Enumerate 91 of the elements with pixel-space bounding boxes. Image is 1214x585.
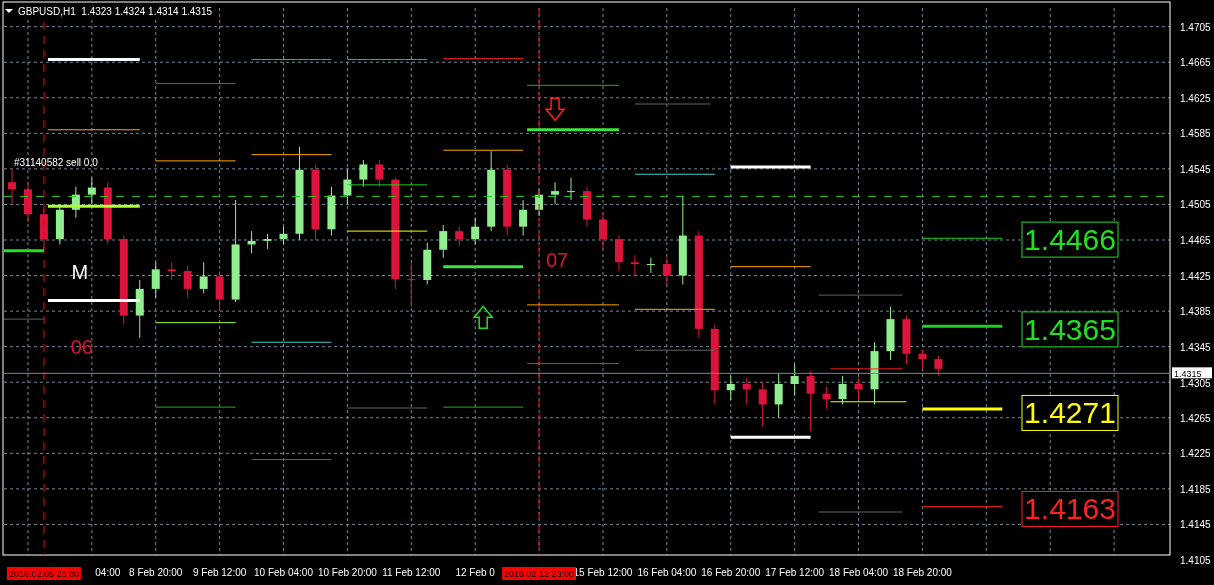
candle	[870, 341, 879, 405]
candle	[630, 254, 639, 277]
axis-label: 18 Feb 04:00	[829, 567, 888, 578]
axis-label: 12 Feb 0	[455, 567, 495, 578]
axis-label: 1.4145	[1180, 519, 1211, 531]
axis-label: 1.4225	[1180, 448, 1211, 460]
candle	[247, 230, 256, 254]
dropdown-icon[interactable]	[5, 9, 13, 13]
candle	[806, 370, 815, 432]
candle	[343, 168, 352, 205]
up-arrow-icon	[472, 305, 494, 330]
candle	[838, 375, 847, 405]
axis-label: 1.4505	[1180, 199, 1211, 211]
candle	[902, 315, 911, 365]
candle	[886, 306, 895, 361]
candle	[135, 279, 144, 339]
down-arrow-icon	[544, 97, 566, 122]
candle	[103, 181, 112, 245]
candle	[279, 226, 288, 245]
price-tag: 1.4466	[1021, 221, 1119, 258]
candle	[471, 217, 480, 245]
axis-label: 1.4625	[1180, 92, 1211, 104]
axis-label: 10 Feb 04:00	[254, 567, 313, 578]
axis-label: 8 Feb 20:00	[129, 567, 183, 578]
candle	[151, 261, 160, 299]
axis-label: 1.4465	[1180, 235, 1211, 246]
axis-label: 10 Feb 20:00	[317, 567, 377, 578]
price-tag: 1.4271	[1021, 394, 1119, 431]
candle	[215, 270, 224, 312]
candle	[183, 265, 192, 299]
candle	[87, 177, 96, 205]
axis-label: 1.4585	[1180, 128, 1211, 140]
candle	[199, 261, 208, 294]
price-tag: 1.4365	[1021, 311, 1119, 348]
candle	[567, 177, 576, 201]
candle	[583, 186, 591, 228]
candle	[167, 261, 176, 281]
candle	[918, 348, 927, 370]
chart-text: 06	[70, 335, 93, 358]
candle	[854, 377, 863, 401]
axis-label: 1.4345	[1180, 341, 1211, 353]
candle	[407, 261, 416, 308]
time-marker: 2016.02.12 23:00	[502, 567, 577, 580]
candle	[423, 242, 432, 285]
candle	[455, 226, 464, 247]
candle	[535, 188, 544, 217]
axis-label: 16 Feb 04:00	[637, 567, 697, 578]
candle	[71, 186, 80, 219]
axis-label: 9 Feb 12:00	[192, 567, 247, 578]
candle	[8, 168, 16, 205]
axis-label: 1.4545	[1180, 163, 1211, 175]
candle	[822, 386, 831, 410]
axis-label: 1.4305	[1180, 378, 1211, 390]
axis-label: 1.4105	[1180, 555, 1211, 566]
candle	[726, 375, 735, 401]
time-marker: 2016.02.05 23:00	[6, 567, 81, 580]
candle	[439, 224, 448, 259]
chart-text: 07	[545, 248, 569, 271]
candle	[55, 203, 64, 245]
axis-label: 16 Feb 20:00	[701, 567, 761, 578]
candle	[934, 355, 943, 377]
candle	[551, 181, 560, 205]
trade-label: #31140582 sell 0.0	[14, 157, 98, 168]
candle	[614, 235, 623, 272]
axis-label: 1.4185	[1180, 483, 1211, 495]
axis-label: 11 Feb 12:00	[382, 567, 441, 578]
candle	[646, 257, 655, 274]
axis-label: 1.4665	[1180, 57, 1211, 69]
candle	[375, 159, 384, 188]
axis-label: 1.4705	[1180, 21, 1211, 33]
candle	[662, 257, 671, 285]
candle	[758, 381, 767, 428]
candle	[742, 377, 751, 405]
candle	[263, 233, 272, 250]
axis-label: 1.4385	[1180, 306, 1211, 318]
current-price-tag: 1.4315	[1172, 367, 1212, 379]
candle	[23, 181, 32, 223]
candle	[598, 212, 607, 250]
axis-label: 1.4265	[1180, 412, 1211, 424]
price-tag: 1.4163	[1021, 490, 1119, 527]
axis-label: 18 Feb 20:00	[892, 567, 952, 578]
chart-text: M	[71, 261, 89, 283]
axis-label: 17 Feb 12:00	[765, 567, 825, 578]
axis-label: 04:00	[95, 567, 121, 578]
candle	[327, 186, 336, 237]
candle	[359, 159, 368, 188]
chart-title: GBPUSD,H1 1.4323 1.4324 1.4314 1.4315	[18, 6, 213, 17]
candle	[774, 372, 783, 419]
candle	[790, 363, 799, 397]
axis-label: 1.4425	[1180, 270, 1211, 282]
candle	[519, 199, 528, 237]
